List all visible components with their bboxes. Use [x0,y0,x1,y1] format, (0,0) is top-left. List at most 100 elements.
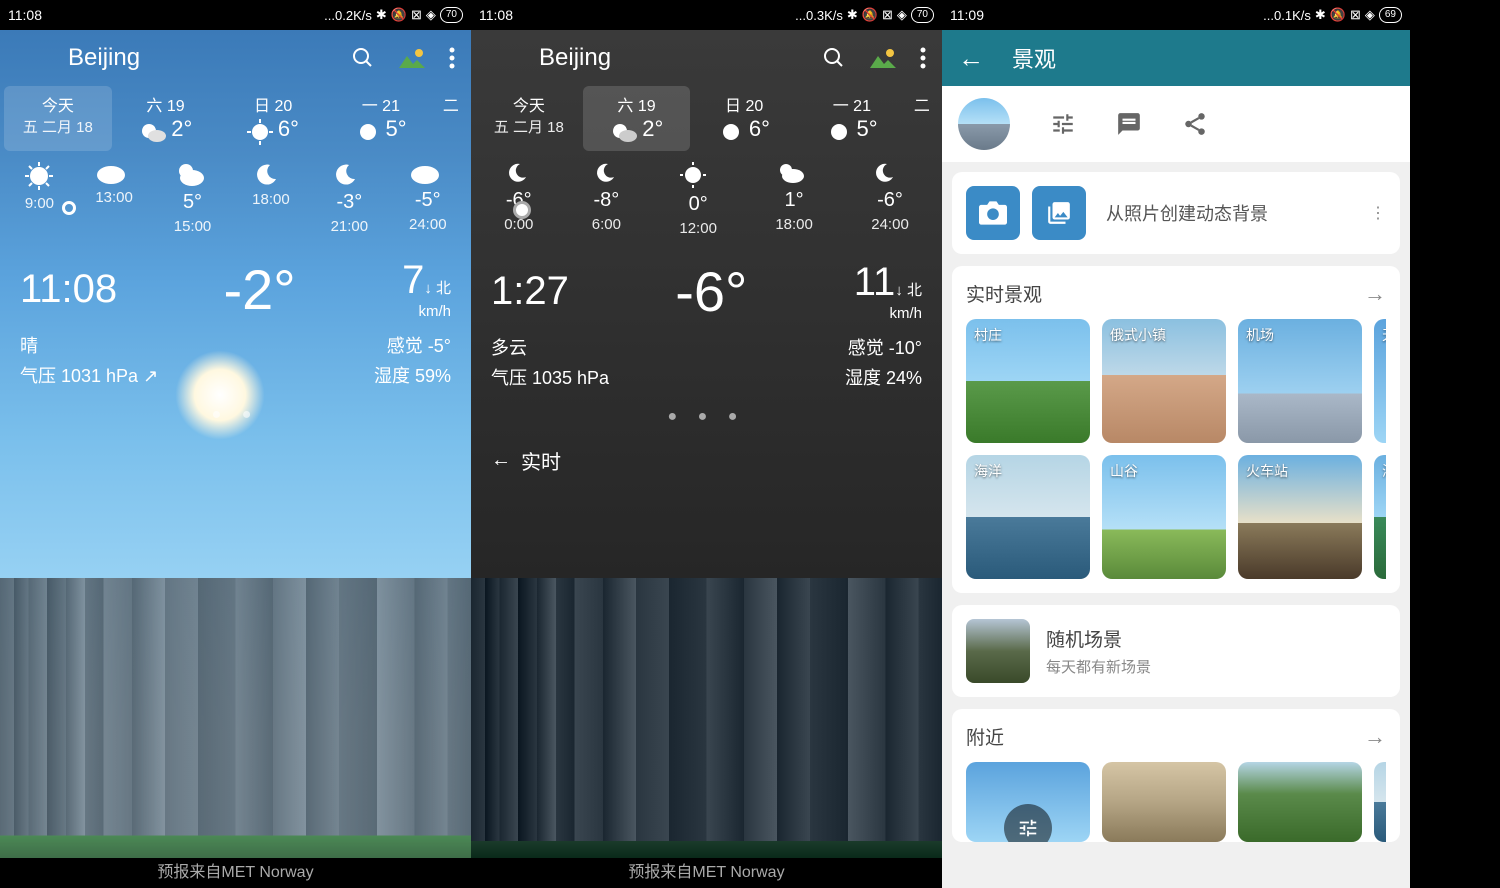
gallery-button[interactable] [1032,186,1086,240]
random-scene-card[interactable]: 随机场景 每天都有新场景 [952,605,1400,697]
close-box-icon: ⊠ [411,7,422,23]
day-today[interactable]: 今天 五 二月 18 [475,86,583,151]
nearby-thumb-1[interactable] [966,762,1090,842]
app-bar: Beijing [0,30,471,86]
time-slider[interactable] [471,231,942,251]
nearby-thumbs[interactable] [966,762,1386,842]
hourly-forecast[interactable]: -6°0:00 -8°6:00 0°12:00 1°18:00 -6°24:00 [471,151,942,241]
day-1[interactable]: 六 19 2° [112,86,220,151]
wifi-icon: ◈ [426,7,436,23]
status-bar: 11:09 ...0.1K/s✱🔕⊠◈ 69 [942,0,1410,30]
forecast-days[interactable]: 今天 五 二月 18 六 19 2° 日 20 6° 一 21 5° 二 [471,86,942,151]
weather-panel: Beijing 今天 五 二月 18 六 19 2° 日 20 6° 一 21 [471,30,942,489]
status-bar: 11:08 ...0.3K/s✱🔕⊠◈ 70 [471,0,942,30]
settings-header: ← 景观 [942,30,1410,86]
mute-icon: 🔕 [391,7,407,23]
settings-background: ← 景观 从照片创建动态背景 ⋮ 实时景观 → 村庄 俄式小镇 [942,30,1410,888]
menu-dots-icon[interactable] [449,47,455,69]
tune-overlay-icon[interactable] [1004,804,1052,842]
nearby-thumb-3[interactable] [1238,762,1362,842]
section-title: 实时景观 [966,280,1042,307]
current-wind: 7↓ 北km/h [402,258,451,321]
day-1[interactable]: 六 19 2° [583,86,691,151]
hour-1: 13:00 [95,161,133,235]
section-title: 附近 [966,723,1004,750]
live-landscapes-card: 实时景观 → 村庄 俄式小镇 机场 天空 海洋 山谷 火车站 海边 [952,266,1400,593]
share-icon[interactable] [1182,111,1208,137]
feels-like: 感觉 -5° [387,332,451,358]
comment-icon[interactable] [1116,111,1142,137]
current-landscape-avatar[interactable] [958,98,1010,150]
more-dots-icon[interactable]: ⋮ [1370,203,1386,223]
day-today[interactable]: 今天 五 二月 18 [4,86,112,151]
nearby-thumb-2[interactable] [1102,762,1226,842]
time-slider[interactable] [0,229,471,249]
toolbar [942,86,1410,162]
thumb-village[interactable]: 村庄 [966,319,1090,443]
day-3[interactable]: 一 21 5° [798,86,906,151]
thumb-airport[interactable]: 机场 [1238,319,1362,443]
hour-4: -3°21:00 [331,161,369,235]
camera-button[interactable] [966,186,1020,240]
hour-0: 9:00 [24,161,54,235]
tune-icon[interactable] [1050,111,1076,137]
city-skyline-day [0,578,471,858]
nearby-thumb-4[interactable] [1374,762,1386,842]
back-arrow-icon[interactable]: ← [958,43,984,74]
thumb-beach[interactable]: 海边 [1374,455,1386,579]
arrow-right-icon[interactable]: → [1364,281,1386,307]
landscape-icon[interactable] [399,48,425,68]
arrow-right-icon[interactable]: → [1364,724,1386,750]
thumb-valley[interactable]: 山谷 [1102,455,1226,579]
random-subtitle: 每天都有新场景 [1046,656,1151,677]
hour-5: -5°24:00 [409,161,447,235]
day-4[interactable]: 二 [906,86,938,151]
thumbs-row-2[interactable]: 海洋 山谷 火车站 海边 [966,455,1386,579]
hour-3: 18:00 [252,161,290,235]
status-time: 11:08 [8,7,42,23]
phone-landscape-settings: 11:09 ...0.1K/s✱🔕⊠◈ 69 ← 景观 从照片创建动态背景 ⋮ [942,0,1410,888]
thumbs-row-1[interactable]: 村庄 俄式小镇 机场 天空 [966,319,1386,443]
hour-2: 5°15:00 [174,161,212,235]
battery-indicator: 70 [440,7,463,23]
forecast-days[interactable]: 今天 五 二月 18 六 19 2° 日 20 6° 一 21 5° 二 [0,86,471,151]
phone-night-weather: 11:08 ...0.3K/s✱🔕⊠◈ 70 Beijing 今天 五 二月 1… [471,0,942,888]
search-icon[interactable] [822,46,846,70]
city-skyline-night [471,578,942,858]
thumb-russian-town[interactable]: 俄式小镇 [1102,319,1226,443]
status-bar: 11:08 ...0.2K/s ✱ 🔕 ⊠ ◈ 70 [0,0,471,30]
humidity: 湿度 59% [374,362,451,388]
bluetooth-icon: ✱ [376,7,387,23]
nearby-card: 附近 → [952,709,1400,842]
create-from-photo-card: 从照片创建动态背景 ⋮ [952,172,1400,254]
thumb-train-station[interactable]: 火车站 [1238,455,1362,579]
landscape-icon[interactable] [870,48,896,68]
menu-dots-icon[interactable] [920,47,926,69]
weather-panel: Beijing 今天 五 二月 18 六 19 2° 日 20 6° 一 21 [0,30,471,430]
current-temp: -2° [117,257,402,322]
city-name[interactable]: Beijing [539,44,822,72]
current-weather: 1:27 -6° 11↓ 北km/h [471,251,942,332]
realtime-back[interactable]: ← 实时 [471,432,942,489]
search-icon[interactable] [351,46,375,70]
day-4[interactable]: 二 [435,86,467,151]
condition-text: 晴 [20,332,38,358]
current-weather: 11:08 -2° 7↓ 北km/h [0,249,471,330]
hourly-forecast[interactable]: 9:00 13:00 5°15:00 18:00 -3°21:00 -5°24:… [0,151,471,239]
pressure: 气压 1031 hPa ↗ [20,362,158,388]
page-dots[interactable]: ● ● ● [471,402,942,432]
page-title: 景观 [1012,42,1056,74]
page-dots[interactable]: ● ● [0,400,471,430]
current-time: 11:08 [20,267,117,312]
status-icons: ...0.2K/s ✱ 🔕 ⊠ ◈ 70 [324,7,463,23]
city-name[interactable]: Beijing [68,44,351,72]
random-title: 随机场景 [1046,625,1151,652]
thumb-sky[interactable]: 天空 [1374,319,1386,443]
thumb-ocean[interactable]: 海洋 [966,455,1090,579]
random-thumb [966,619,1030,683]
forecast-source: 预报来自MET Norway [471,858,942,888]
phone-day-weather: 11:08 ...0.2K/s ✱ 🔕 ⊠ ◈ 70 Beijing 今天 五 … [0,0,471,888]
day-2[interactable]: 日 20 6° [219,86,327,151]
day-3[interactable]: 一 21 5° [327,86,435,151]
day-2[interactable]: 日 20 6° [690,86,798,151]
